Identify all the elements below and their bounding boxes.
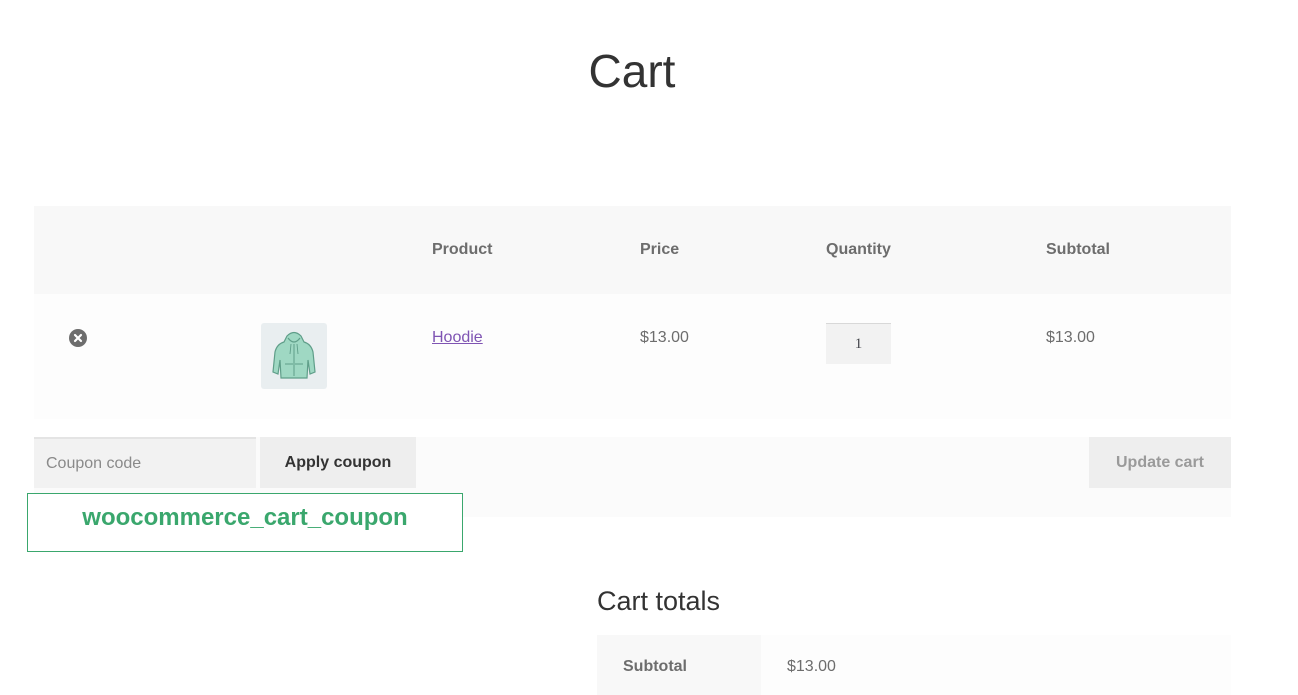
column-header-price: Price [640,241,680,258]
product-link-hoodie[interactable]: Hoodie [432,329,483,347]
cart-table: Product Price Quantity Subtotal Hoodie $… [34,206,1231,419]
totals-subtotal-value: $13.00 [761,635,1231,695]
update-cart-button[interactable]: Update cart [1089,437,1231,488]
quantity-input[interactable] [826,323,891,364]
column-header-product: Product [432,241,493,258]
cart-totals-title: Cart totals [597,586,721,616]
remove-item-icon[interactable] [69,329,87,347]
hook-annotation-label: woocommerce_cart_coupon [27,493,463,552]
coupon-code-input[interactable] [34,437,256,488]
item-subtotal: $13.00 [1046,329,1095,346]
totals-subtotal-label: Subtotal [597,635,761,695]
cart-totals-table: Subtotal $13.00 [597,635,1231,695]
column-header-subtotal: Subtotal [1046,241,1110,258]
apply-coupon-button[interactable]: Apply coupon [260,437,416,488]
hoodie-icon[interactable] [261,323,327,389]
cart-item-row: Hoodie $13.00 $13.00 [34,294,1231,419]
page-title: Cart [588,45,676,97]
column-header-quantity: Quantity [826,241,891,258]
cart-table-header: Product Price Quantity Subtotal [34,206,1231,294]
item-price: $13.00 [640,329,689,346]
